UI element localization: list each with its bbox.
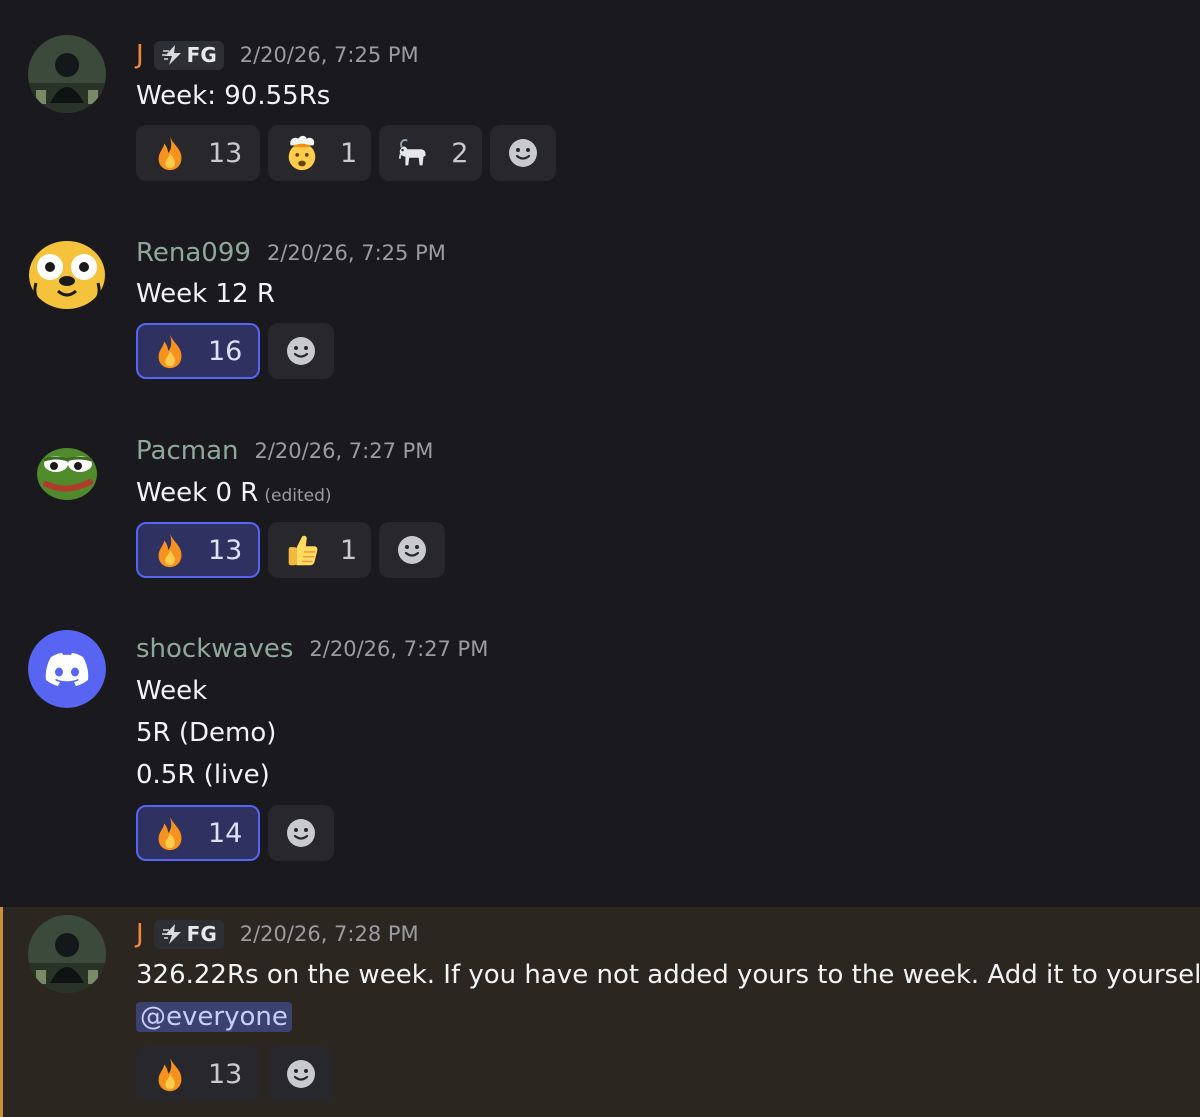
timestamp[interactable]: 2/20/26, 7:25 PM <box>267 241 446 265</box>
fire-emoji <box>150 530 190 570</box>
everyone-mention[interactable]: @everyone <box>136 1002 292 1032</box>
smiley-icon <box>287 819 315 847</box>
hooded-figure-avatar[interactable] <box>28 35 106 113</box>
reaction-exploding-head[interactable]: 1 <box>268 125 372 181</box>
message-text: Week: 90.55Rs <box>136 81 331 111</box>
message-text-line-1: Week <box>136 676 208 706</box>
add-reaction-button[interactable] <box>268 1046 334 1102</box>
exploding-head-emoji <box>282 133 322 173</box>
timestamp[interactable]: 2/20/26, 7:28 PM <box>240 922 419 946</box>
guild-tag[interactable]: FG <box>153 40 224 70</box>
message-text-line-2: 5R (Demo) <box>136 718 277 748</box>
add-reaction-button[interactable] <box>268 323 334 379</box>
smiley-icon <box>287 1060 315 1088</box>
fire-emoji <box>150 331 190 371</box>
message-4[interactable]: shockwaves 2/20/26, 7:27 PM Week 5R (Dem… <box>0 600 1200 900</box>
message-text: 326.22Rs on the week. If you have not ad… <box>136 960 1200 990</box>
reaction-fire[interactable]: 13 <box>136 1046 260 1102</box>
lightning-icon <box>161 45 181 65</box>
add-reaction-button[interactable] <box>490 125 557 181</box>
reaction-fire[interactable]: 16 <box>136 323 260 379</box>
reaction-count: 13 <box>208 1058 243 1090</box>
reaction-fire[interactable]: 13 <box>136 522 260 578</box>
lightning-icon <box>161 924 181 944</box>
message-text: Week 0 R <box>136 478 259 508</box>
pepe-frog-avatar[interactable] <box>28 430 106 508</box>
guild-tag-text: FG <box>186 922 217 946</box>
reaction-count: 14 <box>208 817 243 849</box>
username[interactable]: J <box>136 40 144 70</box>
reaction-bar: 16 <box>136 323 334 379</box>
discord-default-avatar[interactable] <box>28 630 106 708</box>
reaction-bar: 13 1 2 <box>136 125 557 181</box>
reaction-fire[interactable]: 14 <box>136 805 260 861</box>
message-1[interactable]: J FG 2/20/26, 7:25 PM Week: 90.55Rs 13 1… <box>0 0 1200 200</box>
reaction-count: 16 <box>208 335 243 367</box>
add-reaction-button[interactable] <box>379 522 446 578</box>
username[interactable]: shockwaves <box>136 634 293 664</box>
reaction-count: 1 <box>340 137 358 169</box>
hooded-figure-avatar[interactable] <box>28 915 106 993</box>
smiley-icon <box>398 536 427 564</box>
fire-emoji <box>150 813 190 853</box>
fire-emoji <box>150 133 190 173</box>
reaction-fire[interactable]: 13 <box>136 125 260 181</box>
reaction-count: 13 <box>208 534 243 566</box>
message-text: Week 12 R <box>136 279 275 309</box>
message-3[interactable]: Pacman 2/20/26, 7:27 PM Week 0 R (edited)… <box>0 400 1200 600</box>
reaction-bar: 14 <box>136 805 334 861</box>
reaction-count: 2 <box>451 137 469 169</box>
add-reaction-button[interactable] <box>268 805 334 861</box>
fire-emoji <box>150 1054 190 1094</box>
edited-label: (edited) <box>264 486 332 506</box>
reaction-count: 13 <box>208 137 243 169</box>
username[interactable]: J <box>136 919 144 949</box>
smiley-icon <box>287 337 315 365</box>
timestamp[interactable]: 2/20/26, 7:25 PM <box>240 43 419 67</box>
jake-dog-avatar[interactable] <box>28 233 106 311</box>
guild-tag-text: FG <box>186 43 217 67</box>
message-2[interactable]: Rena099 2/20/26, 7:25 PM Week 12 R 16 <box>0 200 1200 400</box>
reaction-bar: 13 1 <box>136 522 446 578</box>
reaction-bar: 13 <box>136 1046 334 1102</box>
timestamp[interactable]: 2/20/26, 7:27 PM <box>309 637 488 661</box>
message-5-mention-highlight[interactable]: J FG 2/20/26, 7:28 PM 326.22Rs on the we… <box>0 907 1200 1117</box>
username[interactable]: Rena099 <box>136 238 251 268</box>
reaction-thumbs-up[interactable]: 1 <box>268 522 372 578</box>
message-text-line-3: 0.5R (live) <box>136 760 270 790</box>
reaction-count: 1 <box>340 534 358 566</box>
smiley-icon <box>509 139 538 167</box>
thumbs-up-emoji <box>282 530 322 570</box>
timestamp[interactable]: 2/20/26, 7:27 PM <box>254 439 433 463</box>
reaction-goat[interactable]: 2 <box>379 125 483 181</box>
goat-emoji <box>393 133 433 173</box>
username[interactable]: Pacman <box>136 436 238 466</box>
guild-tag[interactable]: FG <box>153 919 224 949</box>
